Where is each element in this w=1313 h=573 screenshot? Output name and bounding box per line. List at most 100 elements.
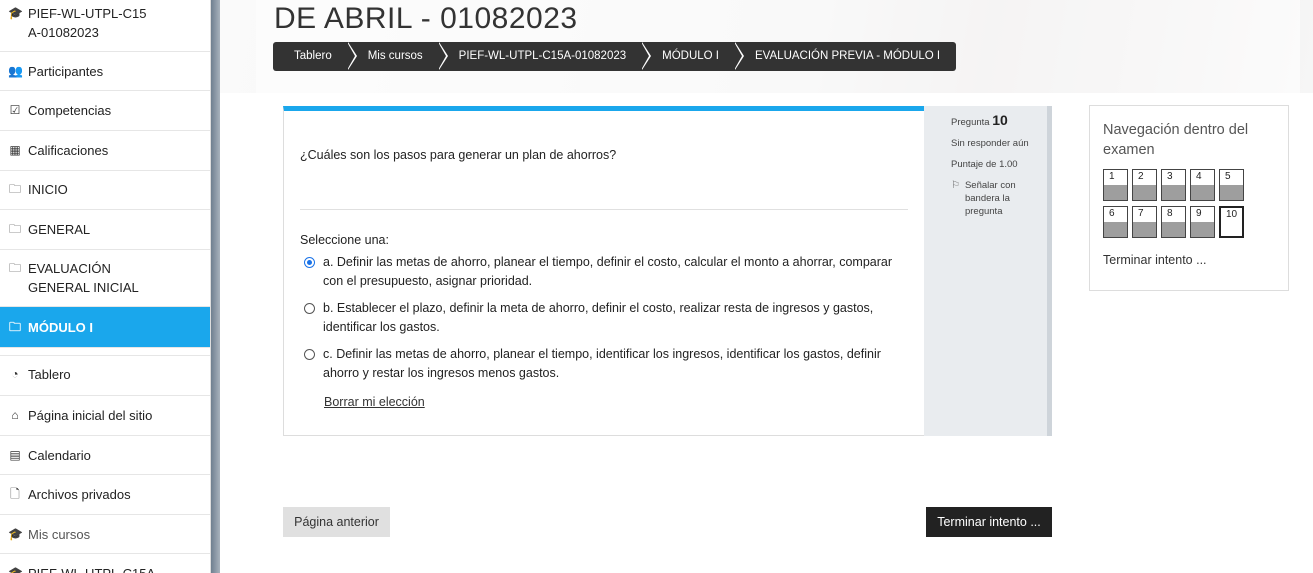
- quiz-nav-button-9[interactable]: 9: [1190, 206, 1215, 238]
- quiz-navigation-block: Navegación dentro del examen 1 2 3 4 5 6…: [1089, 105, 1289, 291]
- breadcrumb-label: MÓDULO I: [662, 50, 720, 62]
- radio-button[interactable]: [304, 349, 315, 360]
- question-info-panel: Pregunta 10 Sin responder aún Puntaje de…: [924, 106, 1052, 436]
- folder-icon: 🗀: [8, 261, 21, 275]
- sidebar-item-evaluacion-general[interactable]: 🗀 EVALUACIÓN GENERAL INICIAL: [0, 250, 210, 307]
- breadcrumb: Tablero Mis cursos PIEF-WL-UTPL-C15A-010…: [273, 42, 957, 71]
- question-number-value: 10: [992, 112, 1008, 128]
- sidebar-item-label: Mis cursos: [28, 527, 91, 542]
- breadcrumb-item-tablero[interactable]: Tablero: [273, 42, 357, 71]
- breadcrumb-label: Tablero: [294, 50, 332, 62]
- sidebar-item-label: Calificaciones: [28, 143, 109, 158]
- sidebar-item-label: INICIO: [28, 182, 68, 197]
- answer-option-label: a. Definir las metas de ahorro, planear …: [323, 255, 893, 288]
- finish-attempt-link[interactable]: Terminar intento ...: [1103, 253, 1288, 267]
- sidebar-item-private-files[interactable]: 🗋 Archivos privados: [0, 475, 210, 515]
- sidebar-item-participants[interactable]: 👥 Participantes: [0, 52, 210, 91]
- sidebar-item-label: Competencias: [28, 103, 112, 118]
- sidebar-item-grades[interactable]: ▦ Calificaciones: [0, 131, 210, 171]
- sidebar-item-course-2[interactable]: 🎓 PIEF-WL-UTPL-C15A-: [0, 554, 210, 573]
- file-icon: 🗋: [10, 487, 20, 501]
- sidebar-item-label: PIEF-WL-UTPL-C15A-: [28, 564, 159, 573]
- folder-icon: 🗀: [8, 222, 21, 236]
- sidebar-item-label: MÓDULO I: [28, 320, 93, 335]
- question-score: Puntaje de 1.00: [951, 159, 1018, 170]
- question-status: Sin responder aún: [951, 138, 1029, 149]
- quiz-nav-button-10-current[interactable]: 10: [1219, 206, 1244, 238]
- sidebar-item-label: Archivos privados: [28, 487, 131, 502]
- sidebar-item-label: Participantes: [28, 64, 104, 79]
- question-divider: [300, 209, 908, 210]
- clear-choice-link[interactable]: Borrar mi elección: [324, 395, 425, 409]
- sidebar-item-inicio[interactable]: 🗀 INICIO: [0, 171, 210, 210]
- question-number: Pregunta 10: [951, 112, 1047, 129]
- previous-page-button[interactable]: Página anterior: [283, 507, 390, 537]
- answer-prompt: Seleccione una:: [300, 233, 389, 247]
- question-text: ¿Cuáles son los pasos para generar un pl…: [300, 148, 617, 162]
- sidebar-separator: [0, 348, 210, 356]
- sidebar-item-modulo-i[interactable]: 🗀 MÓDULO I: [0, 307, 210, 348]
- sidebar-item-label: Tablero: [28, 367, 71, 382]
- quiz-nav-button-3[interactable]: 3: [1161, 169, 1186, 201]
- sidebar-item-label: Página inicial del sitio: [28, 408, 153, 423]
- quiz-nav-button-8[interactable]: 8: [1161, 206, 1186, 238]
- sidebar-item-general[interactable]: 🗀 GENERAL: [0, 210, 210, 250]
- check-square-icon: ☑: [9, 103, 21, 117]
- folder-icon: 🗀: [8, 320, 21, 334]
- quiz-navigation-title: Navegación dentro del examen: [1103, 122, 1249, 158]
- flag-question-toggle[interactable]: ⚐ Señalar con bandera la pregunta: [951, 179, 1047, 218]
- graduation-cap-icon: 🎓: [8, 6, 23, 20]
- quiz-nav-button-2[interactable]: 2: [1132, 169, 1157, 201]
- breadcrumb-separator-inner: [346, 42, 355, 70]
- sidebar-item-dashboard[interactable]: ◔ Tablero: [0, 356, 210, 396]
- answer-option-label: b. Establecer el plazo, definir la meta …: [323, 301, 874, 334]
- sidebar-nav: 🎓 PIEF-WL-UTPL-C15A-01082023 👥 Participa…: [0, 0, 211, 573]
- dashboard-icon: ◔: [11, 367, 19, 381]
- radio-button-checked[interactable]: [304, 257, 315, 268]
- sidebar-item-site-home[interactable]: ⌂ Página inicial del sitio: [0, 396, 210, 436]
- sidebar-item-label: Calendario: [28, 448, 91, 463]
- sidebar-item-label: GENERAL: [28, 222, 91, 237]
- home-icon: ⌂: [11, 408, 19, 422]
- breadcrumb-separator-inner: [641, 42, 650, 70]
- quiz-nav-button-7[interactable]: 7: [1132, 206, 1157, 238]
- answer-option-a[interactable]: a. Definir las metas de ahorro, planear …: [304, 253, 904, 291]
- sidebar-item-calendar[interactable]: ▤ Calendario: [0, 436, 210, 475]
- quiz-nav-button-5[interactable]: 5: [1219, 169, 1244, 201]
- breadcrumb-item-mis-cursos[interactable]: Mis cursos: [348, 42, 448, 71]
- sidebar-item-my-courses[interactable]: 🎓 Mis cursos: [0, 515, 210, 554]
- quiz-nav-button-4[interactable]: 4: [1190, 169, 1215, 201]
- sidebar-item-course[interactable]: 🎓 PIEF-WL-UTPL-C15A-01082023: [0, 0, 210, 52]
- breadcrumb-label: PIEF-WL-UTPL-C15A-01082023: [458, 50, 627, 62]
- calendar-icon: ▤: [9, 448, 21, 462]
- flag-question-label: Señalar con bandera la pregunta: [964, 180, 1016, 217]
- answer-option-c[interactable]: c. Definir las metas de ahorro, planear …: [304, 345, 904, 383]
- breadcrumb-label: EVALUACIÓN PREVIA - MÓDULO I: [755, 50, 941, 62]
- flag-icon: ⚐: [951, 180, 960, 191]
- breadcrumb-separator-inner: [734, 42, 743, 70]
- quiz-nav-button-6[interactable]: 6: [1103, 206, 1128, 238]
- finish-attempt-button[interactable]: Terminar intento ...: [926, 507, 1052, 537]
- question-number-label: Pregunta: [951, 117, 990, 128]
- folder-icon: 🗀: [8, 182, 21, 196]
- table-icon: ▦: [9, 143, 21, 157]
- breadcrumb-item-modulo[interactable]: MÓDULO I: [642, 42, 745, 71]
- graduation-cap-icon: 🎓: [8, 527, 23, 541]
- answer-option-label: c. Definir las metas de ahorro, planear …: [323, 347, 881, 380]
- sidebar-item-competencies[interactable]: ☑ Competencias: [0, 91, 210, 131]
- quiz-nav-button-1[interactable]: 1: [1103, 169, 1128, 201]
- breadcrumb-label: Mis cursos: [367, 50, 423, 62]
- answer-option-b[interactable]: b. Establecer el plazo, definir la meta …: [304, 299, 904, 337]
- quiz-navigation-grid: 1 2 3 4 5 6 7 8 9 10: [1103, 169, 1288, 238]
- graduation-cap-icon: 🎓: [8, 566, 23, 573]
- sidebar-item-label: EVALUACIÓN GENERAL INICIAL: [28, 261, 139, 295]
- breadcrumb-item-course[interactable]: PIEF-WL-UTPL-C15A-01082023: [439, 42, 652, 71]
- breadcrumb-separator-inner: [437, 42, 446, 70]
- page-title: DE ABRIL - 01082023: [274, 2, 578, 35]
- users-icon: 👥: [8, 64, 23, 78]
- question-content-panel: ¿Cuáles son los pasos para generar un pl…: [283, 106, 924, 436]
- breadcrumb-item-evaluacion[interactable]: EVALUACIÓN PREVIA - MÓDULO I: [735, 42, 956, 71]
- sidebar-item-label: PIEF-WL-UTPL-C15A-01082023: [28, 6, 147, 40]
- sidebar-drawer-edge: [211, 0, 220, 573]
- radio-button[interactable]: [304, 303, 315, 314]
